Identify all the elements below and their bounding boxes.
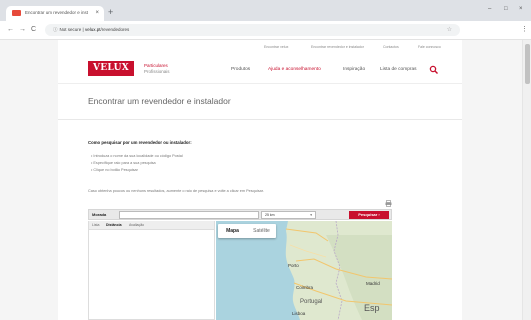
search-tip: Caso obtenha poucos ou nenhuns resultado…: [88, 189, 264, 193]
tab-close-icon[interactable]: ×: [95, 8, 99, 18]
forward-icon[interactable]: →: [19, 25, 26, 34]
map-tab-satellite[interactable]: Satélite: [247, 224, 276, 238]
utility-link-find-dealer[interactable]: Encontrar revendedor e instalador: [311, 44, 364, 50]
security-label: Not secure: [59, 27, 82, 32]
browser-menu-icon[interactable]: ⋮: [521, 25, 528, 34]
utility-link-contact-us[interactable]: Fale connosco: [418, 44, 441, 50]
dealer-search-bar: Morada 25 km ▾ Pesquisar ›: [88, 209, 392, 220]
search-icon[interactable]: [429, 65, 439, 75]
map-tab-map[interactable]: Mapa: [218, 224, 247, 238]
address-bar[interactable]: ⓘ Not secure | velux.pt/revendedores ☆: [45, 24, 460, 36]
chevron-down-icon: ▾: [310, 213, 312, 217]
info-icon[interactable]: ⓘ: [53, 27, 58, 32]
map-label-spain: Esp: [364, 303, 380, 313]
howto-heading: Como pesquisar por um revendedor ou inst…: [88, 140, 192, 145]
browser-tab-strip: Encontrar um revendedor e inst × + – □ ×: [0, 0, 531, 21]
radius-select[interactable]: 25 km ▾: [261, 211, 316, 219]
radius-value: 25 km: [265, 213, 275, 217]
results-panel: Lista Distância Avaliação: [88, 221, 215, 320]
browser-tab[interactable]: Encontrar um revendedor e inst ×: [6, 6, 104, 21]
page-body: Encontrar velux Encontrar revendedor e i…: [58, 40, 462, 320]
back-icon[interactable]: ←: [7, 25, 14, 34]
bookmark-star-icon[interactable]: ☆: [447, 25, 452, 35]
section-divider: [58, 119, 462, 120]
howto-step: • Introduza o nome da sua localidade ou …: [91, 154, 183, 158]
map-label-portugal: Portugal: [300, 299, 323, 305]
print-icon[interactable]: [385, 200, 392, 207]
nav-link-inspiration[interactable]: Inspiração: [343, 67, 365, 73]
utility-bar: Encontrar velux Encontrar revendedor e i…: [58, 40, 462, 54]
nav-link-shopping-list[interactable]: Lista de compras: [380, 67, 417, 73]
address-input[interactable]: [119, 211, 259, 219]
address-host: velux.pt: [84, 27, 101, 32]
map-label-porto: Porto: [288, 263, 299, 268]
favicon-icon: [12, 10, 21, 16]
tab-list[interactable]: Lista: [92, 223, 99, 228]
address-label: Morada: [92, 212, 107, 217]
minimize-icon[interactable]: –: [488, 5, 491, 13]
reload-icon[interactable]: C: [31, 25, 36, 34]
page-viewport: Encontrar velux Encontrar revendedor e i…: [0, 40, 531, 320]
map-label-madrid: Madrid: [366, 281, 380, 286]
maximize-icon[interactable]: □: [504, 5, 508, 13]
address-path: /revendedores: [100, 27, 130, 32]
nav-link-products[interactable]: Produtos: [231, 67, 250, 73]
address-text: ⓘ Not secure | velux.pt/revendedores: [53, 25, 129, 35]
tab-rating[interactable]: Avaliação: [129, 223, 144, 228]
map-label-coimbra: Coimbra: [296, 285, 314, 290]
nav-link-help[interactable]: Ajuda e aconselhamento: [268, 67, 321, 73]
map-view[interactable]: Mapa Satélite Porto Coimbra Portugal Lis…: [216, 221, 392, 320]
howto-step: • Especifique raio para a sua pesquisa: [91, 161, 156, 165]
main-navigation: VELUX Particulares Profissionais Produto…: [58, 54, 462, 84]
search-button[interactable]: Pesquisar ›: [349, 211, 389, 219]
new-tab-button[interactable]: +: [108, 6, 113, 18]
map-type-toggle: Mapa Satélite: [218, 224, 276, 238]
tab-title: Encontrar um revendedor e inst: [25, 10, 89, 15]
utility-link-contacts[interactable]: Contactos: [383, 44, 399, 50]
utility-link-find-velux[interactable]: Encontrar velux: [264, 44, 288, 50]
velux-logo[interactable]: VELUX: [88, 61, 134, 76]
scrollbar-thumb[interactable]: [525, 44, 530, 84]
segment-professional[interactable]: Profissionais: [144, 69, 170, 75]
results-tabs: Lista Distância Avaliação: [89, 221, 214, 230]
map-label-lisboa: Lisboa: [292, 311, 306, 316]
tab-distance[interactable]: Distância: [106, 223, 122, 228]
browser-toolbar: ← → C ⓘ Not secure | velux.pt/revendedore…: [0, 21, 531, 40]
page-scrollbar[interactable]: [522, 40, 531, 320]
howto-step: • Clique no botão Pesquisar: [91, 168, 138, 172]
close-window-icon[interactable]: ×: [519, 5, 523, 13]
page-title: Encontrar um revendedor e instalador: [88, 96, 231, 106]
